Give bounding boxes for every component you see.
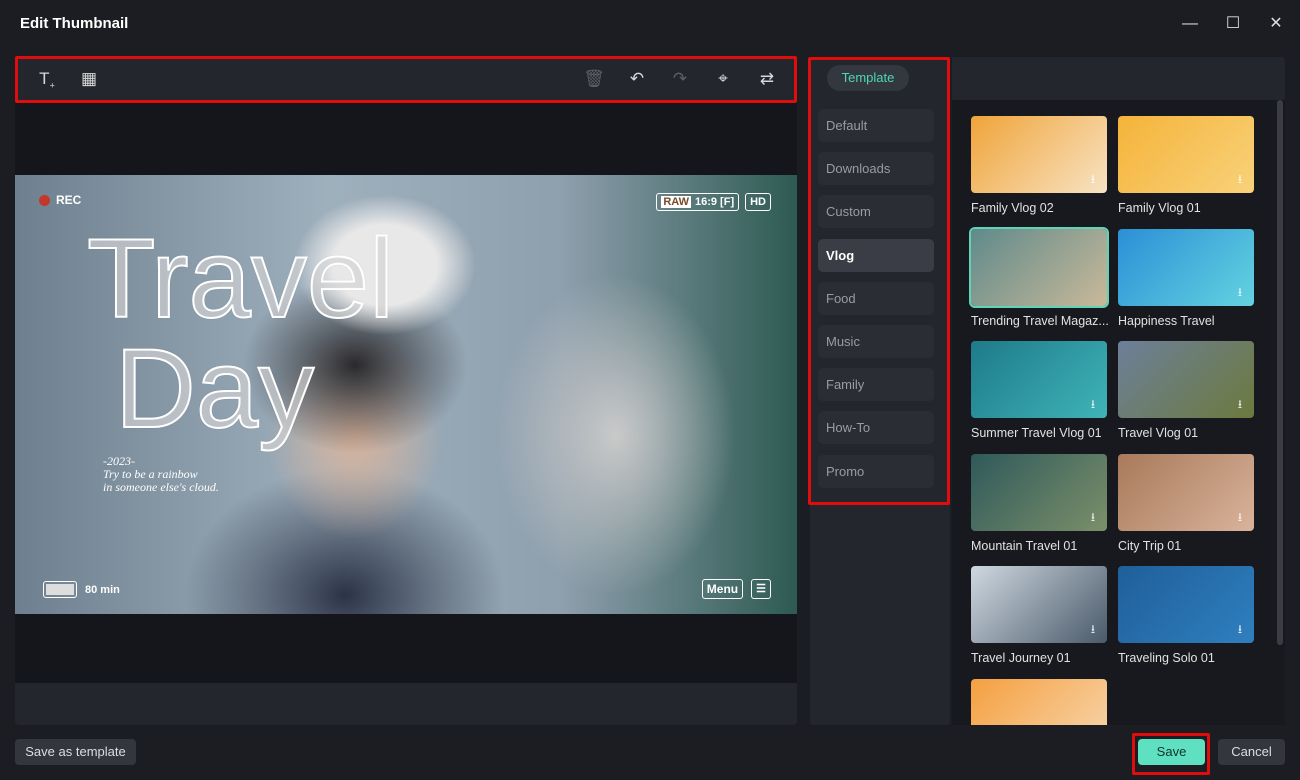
template-thumbnail[interactable]: ⭳ <box>1118 341 1254 418</box>
aspect-label: 16:9 [F] <box>694 196 735 208</box>
template-label: Travel Journey 01 <box>971 651 1071 665</box>
rec-indicator: REC <box>39 193 81 207</box>
category-vlog[interactable]: Vlog <box>818 238 934 272</box>
download-icon[interactable]: ⭳ <box>1085 621 1101 637</box>
template-thumbnail[interactable]: ⭳ <box>971 116 1107 193</box>
download-icon[interactable]: ⭳ <box>1232 509 1248 525</box>
subtitle-text[interactable]: -2023- Try to be a rainbow in someone el… <box>103 455 219 494</box>
canvas-footer <box>15 683 797 725</box>
camera-badges: RAW 16:9 [F] HD <box>656 193 771 211</box>
template-thumbnail[interactable]: ⭳ <box>1118 566 1254 643</box>
menu-badge: Menu <box>701 579 744 599</box>
redo-icon[interactable]: ↷ <box>668 67 692 91</box>
title-line-1[interactable]: Travel <box>86 222 395 336</box>
category-music[interactable]: Music <box>818 325 934 358</box>
download-icon[interactable]: ⭳ <box>1232 171 1248 187</box>
download-icon[interactable]: ⭳ <box>1085 396 1101 412</box>
template-label: Summer Travel Vlog 01 <box>971 426 1102 440</box>
template-label: Family Vlog 02 <box>971 201 1054 215</box>
tab-template[interactable]: Template <box>827 65 909 91</box>
download-icon[interactable]: ⭳ <box>1232 396 1248 412</box>
category-sidebar: Template Default Downloads Custom Vlog Food M… <box>810 57 950 725</box>
template-scrollbar[interactable] <box>1277 100 1283 645</box>
save-button[interactable]: Save <box>1138 739 1205 765</box>
cancel-button[interactable]: Cancel <box>1218 739 1285 765</box>
template-thumbnail[interactable]: ⭳ <box>971 566 1107 643</box>
template-thumbnail[interactable]: ⭳ <box>1118 228 1254 306</box>
rec-label: REC <box>56 193 82 207</box>
crop-icon[interactable]: ⌖ <box>711 67 735 91</box>
title-line-2[interactable]: Day <box>114 332 315 446</box>
template-thumbnail[interactable]: ⭳ <box>971 453 1107 531</box>
battery-label: 80 min <box>85 583 120 596</box>
maximize-icon[interactable]: ☐ <box>1221 12 1245 36</box>
template-thumbnail[interactable]: ⭳ <box>1118 453 1254 531</box>
window-title: Edit Thumbnail <box>20 15 129 32</box>
save-as-template-button[interactable]: Save as template <box>15 739 136 765</box>
template-thumbnail[interactable]: ⭳ <box>971 341 1107 418</box>
battery-icon <box>43 581 77 598</box>
template-header <box>952 57 1285 100</box>
minimize-icon[interactable]: — <box>1178 12 1202 36</box>
list-icon: ☰ <box>751 579 771 599</box>
quote-line-2: in someone else's cloud. <box>103 480 219 494</box>
hd-badge: HD <box>745 193 771 211</box>
template-label: Mountain Travel 01 <box>971 538 1078 553</box>
template-thumbnail[interactable] <box>969 226 1109 308</box>
download-icon[interactable]: ⭳ <box>1232 621 1248 637</box>
category-how-to[interactable]: How-To <box>818 411 934 445</box>
category-default[interactable]: Default <box>818 109 934 142</box>
template-label: City Trip 01 <box>1118 538 1182 553</box>
add-text-icon[interactable]: T+ <box>35 67 59 91</box>
template-grid: ⭳ Family Vlog 02 ⭳ Family Vlog 01 Trending T… <box>952 100 1285 725</box>
replace-icon[interactable]: ⇄ <box>755 67 779 91</box>
thumbnail-preview[interactable]: REC RAW 16:9 [F] HD Travel Day -2023- Try… <box>15 175 797 614</box>
undo-icon[interactable]: ↶ <box>625 67 649 91</box>
template-thumbnail[interactable] <box>971 678 1107 725</box>
template-label: Travel Vlog 01 <box>1118 426 1199 440</box>
download-icon[interactable]: ⭳ <box>1085 171 1101 187</box>
aspect-badge: RAW 16:9 [F] <box>656 193 740 211</box>
category-promo[interactable]: Promo <box>818 454 934 488</box>
close-icon[interactable]: ✕ <box>1264 12 1288 36</box>
download-icon[interactable]: ⭳ <box>1232 284 1248 300</box>
template-thumbnail[interactable]: ⭳ <box>1118 116 1254 193</box>
raw-label: RAW <box>661 196 691 208</box>
template-label: Trending Travel Magaz... <box>971 313 1109 328</box>
category-custom[interactable]: Custom <box>818 195 934 229</box>
category-downloads[interactable]: Downloads <box>818 152 934 186</box>
record-dot-icon <box>39 194 50 206</box>
battery-indicator: 80 min <box>43 581 120 598</box>
category-food[interactable]: Food <box>818 281 934 315</box>
menu-badges: Menu ☰ <box>701 579 771 599</box>
category-family[interactable]: Family <box>818 368 934 402</box>
trash-icon[interactable]: 🗑 <box>582 67 606 91</box>
template-label: Happiness Travel <box>1118 313 1215 328</box>
editor-toolbar: T+ ▦ 🗑 ↶ ↷ ⌖ ⇄ <box>15 57 797 101</box>
template-label: Traveling Solo 01 <box>1118 651 1215 665</box>
add-image-icon[interactable]: ▦ <box>77 67 101 91</box>
download-icon[interactable]: ⭳ <box>1085 509 1101 525</box>
template-label: Family Vlog 01 <box>1118 201 1201 215</box>
